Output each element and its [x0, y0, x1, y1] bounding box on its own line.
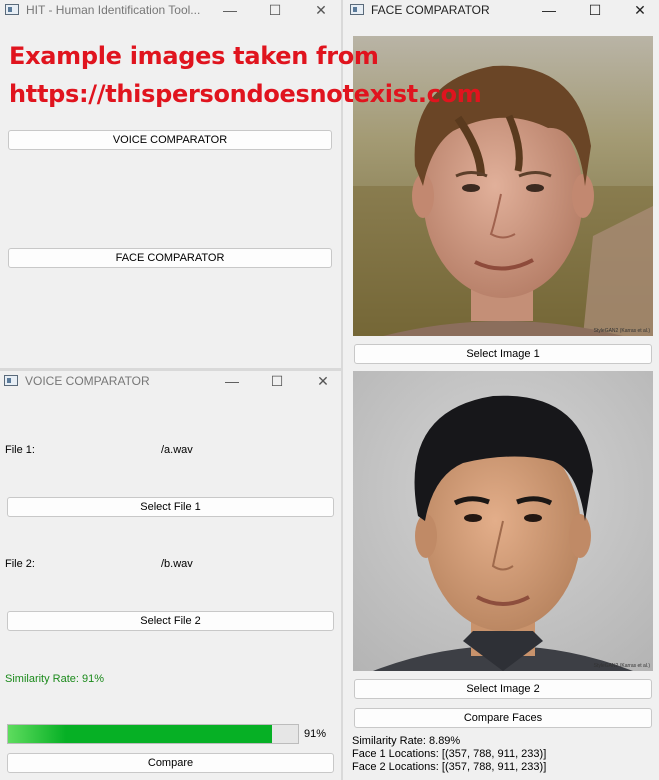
image-watermark: StyleGAN2 (Karras et al.) — [593, 663, 650, 669]
close-icon[interactable]: ✕ — [311, 1, 331, 19]
select-image1-button[interactable]: Select Image 1 — [354, 344, 652, 364]
progress-fill — [8, 725, 272, 743]
maximize-icon[interactable]: ☐ — [267, 372, 287, 390]
app-icon — [5, 4, 19, 15]
face-image-2: StyleGAN2 (Karras et al.) — [353, 371, 653, 671]
voice-window-title: VOICE COMPARATOR — [25, 374, 150, 388]
image-watermark: StyleGAN2 (Karras et al.) — [593, 328, 650, 334]
progress-percent: 91% — [304, 728, 327, 740]
overlay-caption-line1: Example images taken from — [9, 42, 379, 70]
overlay-caption-line2: https://thispersondoesnotexist.com — [9, 80, 482, 108]
compare-faces-button[interactable]: Compare Faces — [354, 708, 652, 728]
face-similarity-rate: Similarity Rate: 8.89% — [352, 735, 461, 747]
minimize-icon[interactable]: — — [539, 1, 559, 19]
app-icon — [4, 375, 18, 386]
close-icon[interactable]: ✕ — [630, 1, 650, 19]
face-image-2-drawing — [353, 371, 653, 671]
face1-locations: Face 1 Locations: [(357, 788, 911, 233)] — [352, 748, 547, 760]
file2-path: /b.wav — [161, 558, 193, 570]
maximize-icon[interactable]: ☐ — [585, 1, 605, 19]
voice-comparator-button[interactable]: VOICE COMPARATOR — [8, 130, 332, 150]
file1-label: File 1: — [5, 444, 35, 456]
face-titlebar[interactable]: FACE COMPARATOR — ☐ ✕ — [343, 0, 659, 22]
face-comparator-button[interactable]: FACE COMPARATOR — [8, 248, 332, 268]
face-window-title: FACE COMPARATOR — [371, 3, 490, 17]
face-comparator-window: FACE COMPARATOR — ☐ ✕ StyleGAN2 (Karras … — [343, 0, 659, 780]
voice-comparator-window: VOICE COMPARATOR — ☐ ✕ — [0, 371, 341, 780]
file2-label: File 2: — [5, 558, 35, 570]
minimize-icon[interactable]: — — [220, 1, 240, 19]
compare-button[interactable]: Compare — [7, 753, 334, 773]
minimize-icon[interactable]: — — [222, 372, 242, 390]
maximize-icon[interactable]: ☐ — [265, 1, 285, 19]
select-file1-button[interactable]: Select File 1 — [7, 497, 334, 517]
file1-path: /a.wav — [161, 444, 193, 456]
main-titlebar[interactable]: HIT - Human Identification Tool... — ☐ ✕ — [0, 0, 341, 22]
close-icon[interactable]: ✕ — [313, 372, 333, 390]
face2-locations: Face 2 Locations: [(357, 788, 911, 233)] — [352, 761, 547, 773]
app-icon — [350, 4, 364, 15]
select-image2-button[interactable]: Select Image 2 — [354, 679, 652, 699]
main-window-title: HIT - Human Identification Tool... — [26, 3, 201, 17]
similarity-progress-bar — [7, 724, 299, 744]
select-file2-button[interactable]: Select File 2 — [7, 611, 334, 631]
voice-titlebar[interactable]: VOICE COMPARATOR — ☐ ✕ — [0, 371, 341, 393]
voice-similarity-rate: Similarity Rate: 91% — [5, 673, 105, 685]
